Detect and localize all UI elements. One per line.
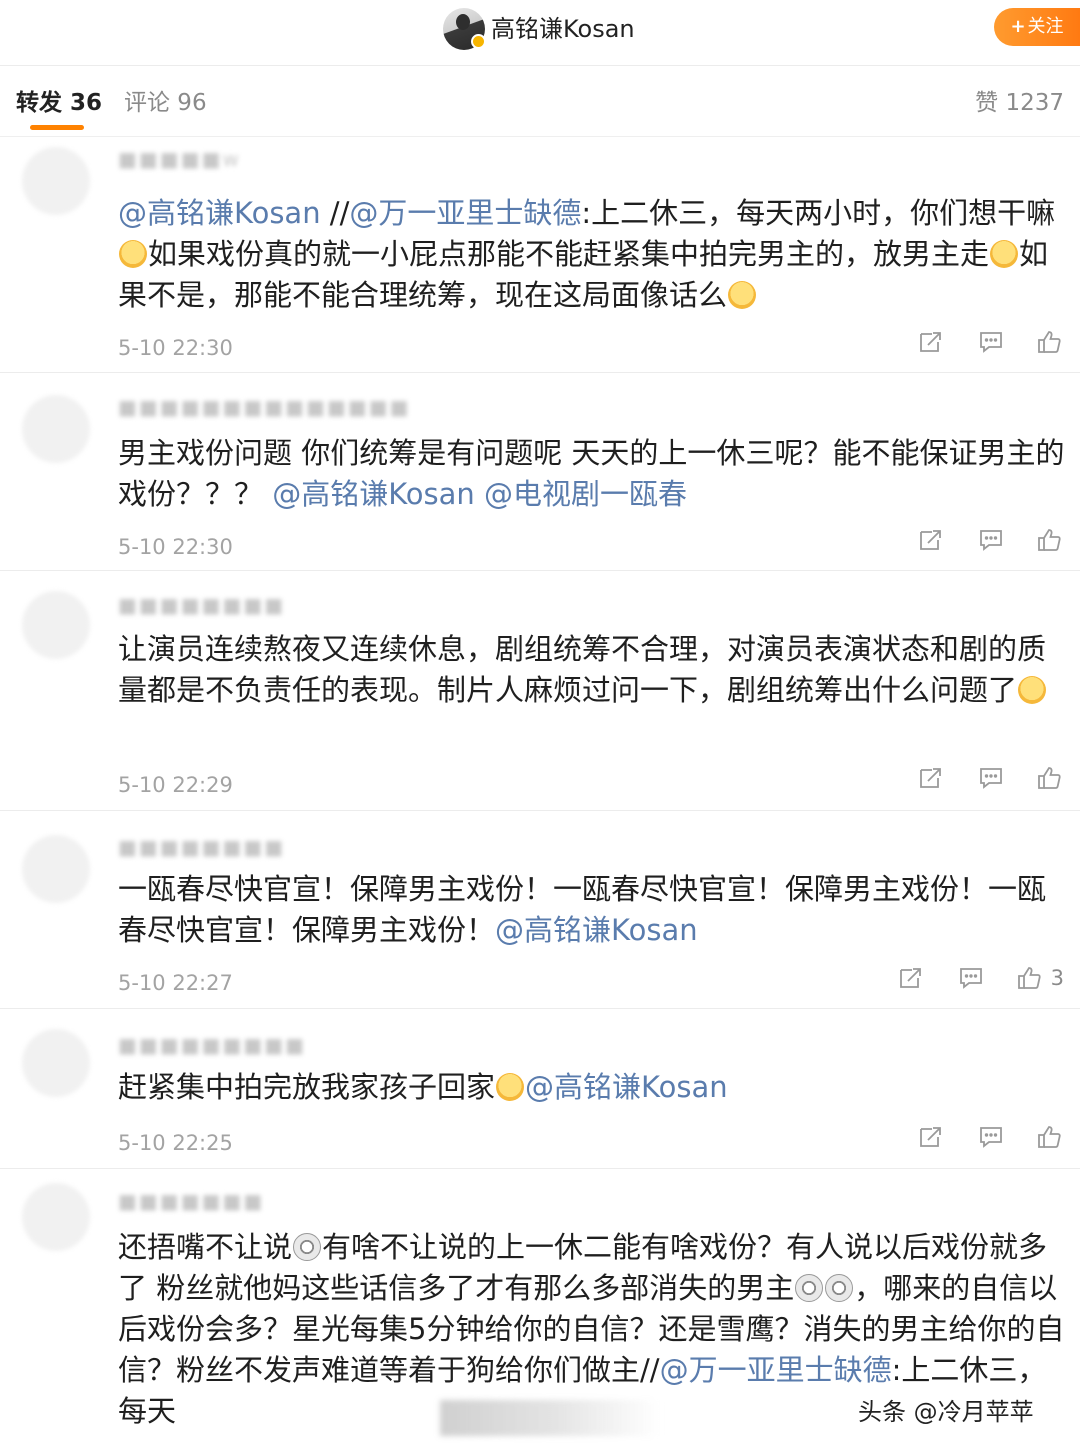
commenter-name[interactable]: ■■■■■■■■■■■■■■ [118, 395, 411, 419]
username[interactable]: 高铭谦Kosan [491, 13, 635, 45]
smile-emoji-icon [496, 1073, 525, 1101]
like-icon[interactable] [1016, 965, 1042, 991]
comment-actions: 3 [880, 965, 1080, 995]
follow-button[interactable]: + 关注 [994, 8, 1080, 46]
comment-actions [900, 765, 1080, 795]
user-mention-link[interactable]: @高铭谦Kosan [495, 913, 698, 947]
comment-text: 赶紧集中拍完放我家孩子回家 @高铭谦Kosan [118, 1067, 1068, 1108]
comment-text-segment: 还捂嘴不让说 [118, 1230, 293, 1264]
user-mention-link[interactable]: @万一亚里士缺德 [349, 196, 581, 230]
list-item: ■■■■■w @高铭谦Kosan //@万一亚里士缺德:上二休三，每天两小时，你… [0, 137, 1080, 373]
comment-time: 5-10 22:27 [118, 971, 233, 995]
smile-emoji-icon [990, 240, 1019, 268]
comment-text: @高铭谦Kosan //@万一亚里士缺德:上二休三，每天两小时，你们想干嘛如果戏… [118, 193, 1068, 316]
user-mention-link[interactable]: @高铭谦Kosan [272, 477, 475, 511]
user-mention-link[interactable]: @高铭谦Kosan [118, 196, 321, 230]
comment-icon[interactable] [978, 527, 1004, 553]
smile-emoji-icon [728, 281, 757, 309]
comment-actions [900, 329, 1080, 359]
shocked-face-emoji-icon [795, 1274, 824, 1302]
like-icon[interactable] [1036, 527, 1062, 553]
user-mention-link[interactable]: @高铭谦Kosan [525, 1070, 728, 1104]
comment-icon[interactable] [978, 765, 1004, 791]
smile-emoji-icon [119, 240, 147, 268]
obscured-overlay [440, 1400, 660, 1436]
comment-time: 5-10 22:30 [118, 535, 233, 559]
comment-text-segment: :上二休三，每天两小时，你们想干嘛 [581, 196, 1056, 230]
commenter-avatar[interactable] [22, 395, 90, 463]
repost-icon[interactable] [918, 765, 944, 791]
repost-icon[interactable] [918, 527, 944, 553]
commenter-name[interactable]: ■■■■■■■■ [118, 835, 285, 859]
post-header: 高铭谦Kosan + 关注 [0, 0, 1080, 66]
comment-text-segment: 赶紧集中拍完放我家孩子回家 [118, 1070, 496, 1104]
repost-icon[interactable] [898, 965, 924, 991]
comment-text-segment: 如果戏份真的就一小屁点那能不能赶紧集中拍完男主的，放男主走 [148, 237, 990, 271]
tab-bar: 转发 36 评论 96 赞 1237 [0, 67, 1080, 137]
comment-text: 让演员连续熬夜又连续休息，剧组统筹不合理，对演员表演状态和剧的质量都是不负责任的… [118, 629, 1068, 711]
commenter-avatar[interactable] [22, 1183, 90, 1251]
shocked-face-emoji-icon [825, 1274, 854, 1302]
list-item: ■■■■■■■■ 一瓯春尽快官宣！保障男主戏份！一瓯春尽快官宣！保障男主戏份！一… [0, 811, 1080, 1009]
comment-actions [900, 1124, 1080, 1154]
comment-text-segment: 让演员连续熬夜又连续休息，剧组统筹不合理，对演员表演状态和剧的质量都是不负责任的… [118, 632, 1047, 707]
list-item: ■■■■■■■■■ 赶紧集中拍完放我家孩子回家 @高铭谦Kosan 5-10 22… [0, 1009, 1080, 1169]
commenter-name[interactable]: ■■■■■w [118, 147, 241, 171]
commenter-avatar[interactable] [22, 147, 90, 215]
like-count: 3 [1050, 966, 1064, 990]
list-item: ■■■■■■■■ 让演员连续熬夜又连续休息，剧组统筹不合理，对演员表演状态和剧的… [0, 571, 1080, 811]
comment-text: 一瓯春尽快官宣！保障男主戏份！一瓯春尽快官宣！保障男主戏份！一瓯春尽快官宣！保障… [118, 869, 1068, 951]
tab-repost[interactable]: 转发 36 [16, 87, 102, 119]
comment-text-segment: // [320, 196, 350, 230]
comment-icon[interactable] [978, 329, 1004, 355]
verified-badge-icon [471, 34, 486, 49]
repost-icon[interactable] [918, 1124, 944, 1150]
comment-time: 5-10 22:25 [118, 1131, 233, 1155]
comment-text-segment [475, 477, 484, 511]
comment-icon[interactable] [958, 965, 984, 991]
commenter-avatar[interactable] [22, 591, 90, 659]
comment-time: 5-10 22:30 [118, 336, 233, 360]
comment-text: 男主戏份问题 你们统筹是有问题呢 天天的上一休三呢？能不能保证男主的戏份？？？ … [118, 433, 1068, 515]
user-mention-link[interactable]: @万一亚里士缺德 [660, 1353, 892, 1387]
tab-like[interactable]: 赞 1237 [975, 87, 1064, 119]
comment-text-segment: // [640, 1353, 660, 1387]
comment-actions [900, 527, 1080, 557]
commenter-avatar[interactable] [22, 835, 90, 903]
commenter-name[interactable]: ■■■■■■■ [118, 1189, 264, 1213]
list-item: ■■■■■■■■■■■■■■ 男主戏份问题 你们统筹是有问题呢 天天的上一休三呢… [0, 373, 1080, 571]
follow-label: 关注 [1027, 16, 1064, 37]
smile-emoji-icon [1018, 676, 1047, 704]
user-mention-link[interactable]: @电视剧一瓯春 [484, 477, 687, 511]
commenter-avatar[interactable] [22, 1029, 90, 1097]
comment-icon[interactable] [978, 1124, 1004, 1150]
like-icon[interactable] [1036, 329, 1062, 355]
repost-icon[interactable] [918, 329, 944, 355]
like-icon[interactable] [1036, 765, 1062, 791]
watermark: 头条 @冷月苹苹 [858, 1398, 1034, 1426]
commenter-name[interactable]: ■■■■■■■■■ [118, 1033, 306, 1057]
plus-icon: + [1010, 16, 1026, 37]
commenter-name[interactable]: ■■■■■■■■ [118, 593, 285, 617]
like-icon[interactable] [1036, 1124, 1062, 1150]
shocked-face-emoji-icon [293, 1233, 322, 1261]
tab-comment[interactable]: 评论 96 [124, 87, 207, 119]
active-tab-indicator [30, 125, 84, 130]
comment-time: 5-10 22:29 [118, 773, 233, 797]
